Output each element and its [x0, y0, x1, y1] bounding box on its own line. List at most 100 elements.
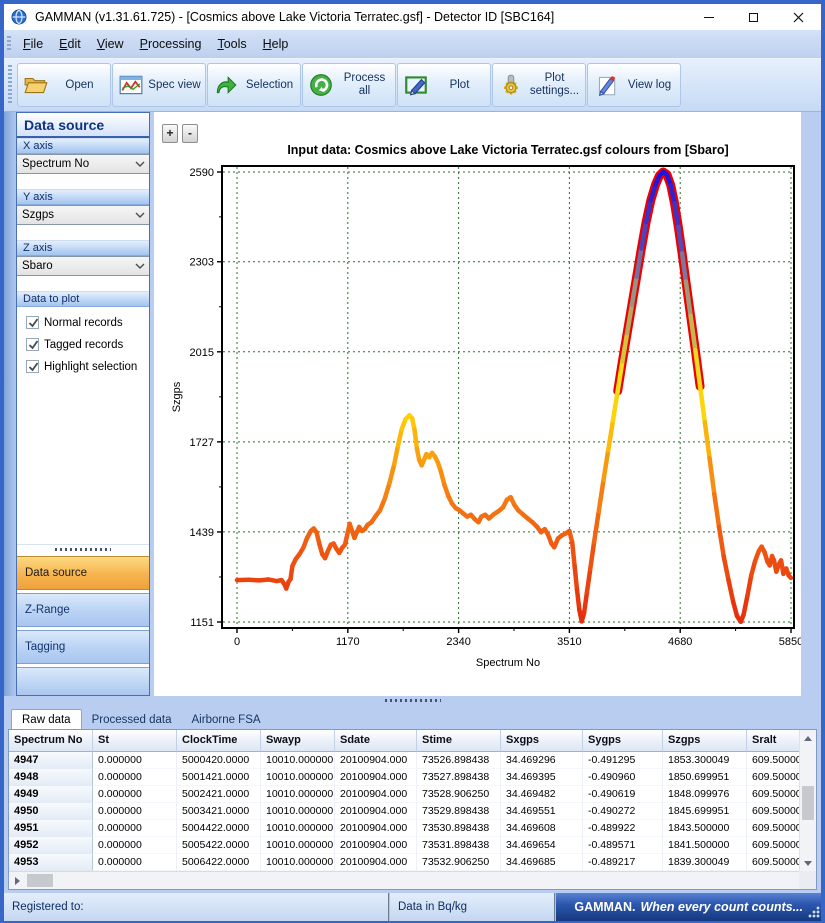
- column-header[interactable]: St: [93, 730, 177, 752]
- table-row[interactable]: 49520.0000005005422.000010010.0000002010…: [9, 837, 799, 854]
- table-cell: 73529.898438: [417, 803, 501, 820]
- table-cell: 1853.300049: [663, 752, 747, 769]
- table-row[interactable]: 49510.0000005004422.000010010.0000002010…: [9, 820, 799, 837]
- maximize-button[interactable]: [731, 4, 776, 30]
- table-cell: 609.500000: [747, 752, 799, 769]
- svg-text:2303: 2303: [190, 257, 214, 269]
- highlight-selection-checkbox[interactable]: Highlight selection: [26, 360, 149, 373]
- z-axis-select[interactable]: Sbaro: [17, 256, 149, 276]
- table-cell: 73531.898438: [417, 837, 501, 854]
- column-header[interactable]: Swayp: [261, 730, 335, 752]
- table-cell: 73528.906250: [417, 786, 501, 803]
- tab-airborne-fsa[interactable]: Airborne FSA: [182, 710, 271, 729]
- menu-item-view[interactable]: View: [89, 33, 132, 55]
- panel-title: Data source: [17, 113, 149, 138]
- table-header-row: Spectrum NoStClockTimeSwaypSdateStimeSxg…: [9, 730, 799, 752]
- column-header[interactable]: Sygps: [583, 730, 663, 752]
- tagged-records-checkbox[interactable]: Tagged records: [26, 338, 149, 351]
- table-cell: 0.000000: [93, 752, 177, 769]
- close-button[interactable]: [776, 4, 821, 30]
- column-header[interactable]: Spectrum No: [9, 730, 93, 752]
- plot-button[interactable]: Plot: [397, 63, 491, 107]
- process-all-button[interactable]: Process all: [302, 63, 396, 107]
- menu-grip[interactable]: [7, 36, 11, 52]
- x-axis-select[interactable]: Spectrum No: [17, 154, 149, 174]
- sidebar-item-data-source[interactable]: Data source: [17, 556, 149, 590]
- column-header[interactable]: Sralt: [747, 730, 799, 752]
- horizontal-scroll-thumb[interactable]: [27, 874, 53, 887]
- table-cell: 20100904.000: [335, 752, 417, 769]
- table-cell: 5006422.0000: [177, 854, 261, 871]
- title-bar: GAMMAN (v1.31.61.725) - [Cosmics above L…: [4, 4, 821, 30]
- minimize-icon: [704, 17, 714, 18]
- y-axis-select[interactable]: Szgps: [17, 205, 149, 225]
- table-cell: 1841.500000: [663, 837, 747, 854]
- column-header[interactable]: Szgps: [663, 730, 747, 752]
- table-row[interactable]: 49470.0000005000420.000010010.0000002010…: [9, 752, 799, 769]
- svg-text:Szgps: Szgps: [171, 381, 183, 412]
- sidebar-item-tagging[interactable]: Tagging: [17, 630, 149, 664]
- minimize-button[interactable]: [686, 4, 731, 30]
- toolbar-grip[interactable]: [8, 65, 12, 105]
- menu-bar: FileEditViewProcessingToolsHelp: [4, 30, 821, 58]
- column-header[interactable]: Sxgps: [501, 730, 583, 752]
- table-content: Spectrum NoStClockTimeSwaypSdateStimeSxg…: [9, 730, 799, 871]
- table-cell: 20100904.000: [335, 854, 417, 871]
- table-cell: -0.491295: [583, 752, 663, 769]
- svg-text:1727: 1727: [190, 437, 214, 449]
- checkbox-label: Tagged records: [44, 339, 123, 351]
- table-row[interactable]: 49530.0000005006422.000010010.0000002010…: [9, 854, 799, 871]
- spec-view-button[interactable]: Spec view: [112, 63, 206, 107]
- scroll-down-button[interactable]: [800, 855, 816, 871]
- vertical-scroll-thumb[interactable]: [802, 786, 814, 820]
- open-button[interactable]: Open: [17, 63, 111, 107]
- plot-label: Plot: [429, 79, 490, 92]
- resize-grip[interactable]: [808, 906, 820, 918]
- selection-button[interactable]: Selection: [207, 63, 301, 107]
- plot-svg[interactable]: 0117023403510468058501151143917272015230…: [154, 112, 801, 696]
- menu-item-processing[interactable]: Processing: [132, 33, 210, 55]
- view-log-button[interactable]: View log: [587, 63, 681, 107]
- plot-settings-button[interactable]: Plot settings...: [492, 63, 586, 107]
- sidebar-splitter[interactable]: [17, 544, 149, 553]
- chevron-down-icon: [131, 263, 149, 269]
- checkbox-label: Normal records: [44, 317, 123, 329]
- sidebar-item-z-range[interactable]: Z-Range: [17, 593, 149, 627]
- column-header[interactable]: Stime: [417, 730, 501, 752]
- column-header[interactable]: ClockTime: [177, 730, 261, 752]
- table-cell: 10010.000000: [261, 786, 335, 803]
- menu-item-help[interactable]: Help: [255, 33, 297, 55]
- panel-body: X axis Spectrum No Y axis Szgps Z axis S…: [17, 138, 149, 544]
- selection-label: Selection: [239, 79, 300, 92]
- svg-text:2590: 2590: [190, 167, 214, 179]
- table-cell: 20100904.000: [335, 837, 417, 854]
- table-cell: 34.469685: [501, 854, 583, 871]
- tab-raw-data[interactable]: Raw data: [11, 709, 82, 729]
- scroll-up-button[interactable]: [800, 730, 816, 746]
- row-header-cell: 4953: [9, 854, 93, 871]
- process-all-label: Process all: [334, 72, 395, 98]
- scroll-right-button[interactable]: [9, 873, 25, 889]
- maximize-icon: [749, 13, 758, 22]
- table-cell: 34.469296: [501, 752, 583, 769]
- menu-item-file[interactable]: File: [15, 33, 51, 55]
- table-cell: 73527.898438: [417, 769, 501, 786]
- menu-item-tools[interactable]: Tools: [209, 33, 254, 55]
- normal-records-checkbox[interactable]: Normal records: [26, 316, 149, 329]
- menu-item-edit[interactable]: Edit: [51, 33, 89, 55]
- zoom-out-button[interactable]: -: [182, 124, 198, 143]
- table-cell: 1848.099976: [663, 786, 747, 803]
- zoom-in-button[interactable]: +: [162, 124, 178, 143]
- table-row[interactable]: 49490.0000005002421.000010010.0000002010…: [9, 786, 799, 803]
- tab-processed-data[interactable]: Processed data: [82, 710, 182, 729]
- horizontal-scrollbar[interactable]: [9, 871, 816, 889]
- table-row[interactable]: 49500.0000005003421.000010010.0000002010…: [9, 803, 799, 820]
- chart-table-splitter[interactable]: [8, 696, 817, 705]
- vertical-scrollbar[interactable]: [799, 730, 816, 871]
- table-row[interactable]: 49480.0000005001421.000010010.0000002010…: [9, 769, 799, 786]
- table-cell: 10010.000000: [261, 837, 335, 854]
- window-title: GAMMAN (v1.31.61.725) - [Cosmics above L…: [35, 10, 554, 24]
- chevron-down-icon: [131, 212, 149, 218]
- column-header[interactable]: Sdate: [335, 730, 417, 752]
- table-cell: 609.500000: [747, 803, 799, 820]
